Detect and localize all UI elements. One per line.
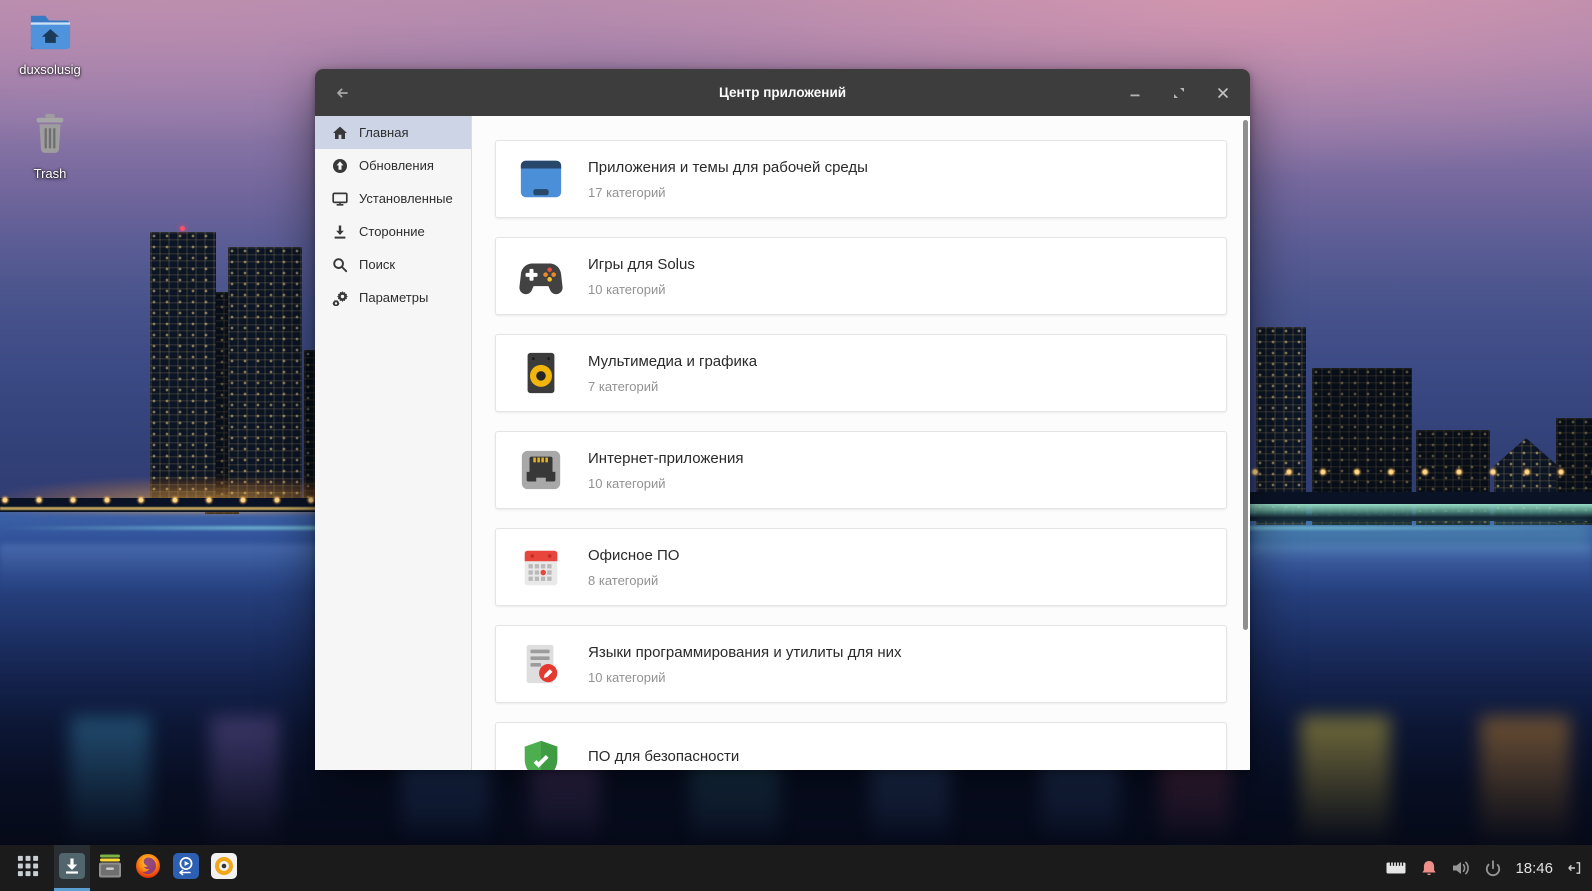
restore-button[interactable] [1168,82,1190,104]
category-card-games[interactable]: Игры для Solus 10 категорий [495,237,1227,315]
sidebar-item-home[interactable]: Главная [315,116,471,149]
calendar-icon [518,544,564,590]
water-reflection [1300,716,1390,845]
sidebar-item-search[interactable]: Поиск [315,248,471,281]
category-title: Языки программирования и утилиты для них [588,644,902,661]
task-music-player[interactable] [206,845,242,891]
power-icon[interactable] [1484,859,1502,877]
sidebar-item-label: Поиск [359,257,395,272]
bridge [1250,504,1592,521]
category-title: Мультимедиа и графика [588,353,757,370]
network-tray-icon[interactable] [1385,860,1407,876]
category-card-desktop[interactable]: Приложения и темы для рабочей среды 17 к… [495,140,1227,218]
bridge-reflection [1250,520,1592,550]
ethernet-icon [518,447,564,493]
category-count: 10 категорий [588,476,744,491]
category-title: ПО для безопасности [588,748,739,765]
close-button[interactable] [1212,82,1234,104]
building [150,232,216,512]
dock-lights [0,494,320,506]
scrollbar[interactable] [1243,120,1248,630]
music-player-icon [211,853,237,884]
category-card-internet[interactable]: Интернет-приложения 10 категорий [495,431,1227,509]
volume-icon[interactable] [1451,859,1471,877]
street-lights [1250,466,1592,478]
category-list: Приложения и темы для рабочей среды 17 к… [472,116,1250,770]
software-center-window: Центр приложений Гла [315,69,1250,770]
sidebar: Главная Обновления Установленные [315,116,472,770]
gear-icon [332,290,348,306]
antenna-light [180,226,185,231]
task-firefox[interactable] [130,845,166,891]
sidebar-item-updates[interactable]: Обновления [315,149,471,182]
taskbar: 18:46 [0,845,1592,891]
category-count: 10 категорий [588,282,695,297]
firefox-icon [135,853,161,884]
desktop-icon-trash[interactable]: Trash [2,112,98,181]
app-menu-button[interactable] [10,845,46,891]
tray-expander-icon[interactable] [1566,860,1582,876]
category-card-multimedia[interactable]: Мультимедиа и графика 7 категорий [495,334,1227,412]
desktop: duxsolusig Trash Центр приложений [0,0,1592,891]
sidebar-item-label: Обновления [359,158,434,173]
category-count: 17 категорий [588,185,868,200]
speaker-icon [518,350,564,396]
desktop-icon-label: Trash [2,166,98,181]
trash-icon [27,143,73,160]
shield-icon [518,738,564,770]
building [228,247,302,512]
category-card-office[interactable]: Офисное ПО 8 категорий [495,528,1227,606]
desktop-theme-icon [518,156,564,202]
home-folder-icon [27,39,73,56]
desktop-icon-home-folder[interactable]: duxsolusig [2,10,98,77]
file-manager-icon [97,853,123,884]
back-button[interactable] [331,82,353,104]
sidebar-item-settings[interactable]: Параметры [315,281,471,314]
water-reflection [210,716,280,845]
home-icon [332,125,348,141]
sidebar-item-label: Параметры [359,290,428,305]
task-media-player[interactable] [168,845,204,891]
category-card-security[interactable]: ПО для безопасности [495,722,1227,770]
menu-grid-icon [17,855,39,882]
category-title: Интернет-приложения [588,450,744,467]
water-reflection [70,716,150,845]
sidebar-item-label: Установленные [359,191,453,206]
category-card-programming[interactable]: Языки программирования и утилиты для них… [495,625,1227,703]
category-count: 8 категорий [588,573,679,588]
sidebar-item-installed[interactable]: Установленные [315,182,471,215]
water-reflection [1480,716,1570,845]
task-file-manager[interactable] [92,845,128,891]
search-icon [332,257,348,273]
sidebar-item-label: Сторонние [359,224,425,239]
category-title: Игры для Solus [588,256,695,273]
media-player-icon [173,853,199,884]
task-software-center[interactable] [54,845,90,891]
updates-icon [332,158,348,174]
sidebar-item-third-party[interactable]: Сторонние [315,215,471,248]
minimize-button[interactable] [1124,82,1146,104]
download-icon [332,224,348,240]
category-count: 7 категорий [588,379,757,394]
document-edit-icon [518,641,564,687]
sidebar-item-label: Главная [359,125,408,140]
titlebar[interactable]: Центр приложений [315,69,1250,116]
gamepad-icon [518,253,564,299]
horizon-light-strip [0,507,322,510]
window-title: Центр приложений [315,85,1250,100]
category-title: Офисное ПО [588,547,679,564]
notification-bell-icon[interactable] [1420,859,1438,878]
category-count: 10 категорий [588,670,902,685]
software-center-icon [59,853,85,884]
category-title: Приложения и темы для рабочей среды [588,159,868,176]
desktop-icon-label: duxsolusig [2,62,98,77]
monitor-icon [332,191,348,207]
clock: 18:46 [1515,860,1553,877]
